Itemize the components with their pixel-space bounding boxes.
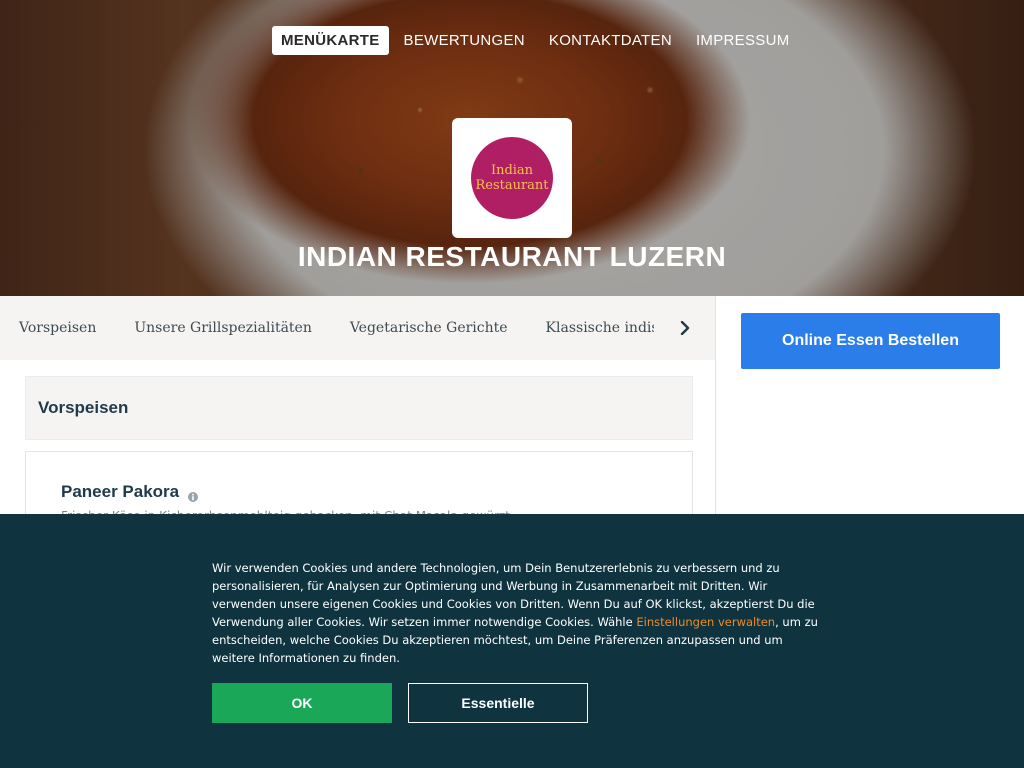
nav-item-kontaktdaten[interactable]: KONTAKTDATEN: [540, 26, 681, 55]
category-tab-klassische-gerichte[interactable]: Klassische indische Gerichte: [527, 296, 654, 360]
logo-badge: Indian Restaurant: [471, 137, 553, 219]
section-title: Vorspeisen: [38, 398, 129, 417]
category-bar: Vorspeisen Unsere Grillspezialitäten Veget…: [0, 296, 716, 360]
order-online-button[interactable]: Online Essen Bestellen: [741, 313, 1000, 369]
hero-banner: MENÜKARTE BEWERTUNGEN KONTAKTDATEN IMPRE…: [0, 0, 1024, 296]
chevron-right-icon[interactable]: [674, 316, 696, 340]
restaurant-title: INDIAN RESTAURANT LUZERN: [297, 241, 727, 272]
category-list: Vorspeisen Unsere Grillspezialitäten Veget…: [0, 296, 654, 360]
nav-item-impressum[interactable]: IMPRESSUM: [687, 26, 799, 55]
nav-item-bewertungen[interactable]: BEWERTUNGEN: [395, 26, 534, 55]
section-header: Vorspeisen: [25, 376, 693, 440]
cookie-banner: Wir verwenden Cookies und andere Technol…: [0, 514, 1024, 768]
category-tab-grillspezialitaeten[interactable]: Unsere Grillspezialitäten: [115, 296, 331, 360]
category-tab-vegetarische-gerichte[interactable]: Vegetarische Gerichte: [331, 296, 527, 360]
info-icon[interactable]: [188, 487, 198, 506]
cookie-text: Wir verwenden Cookies und andere Technol…: [212, 559, 822, 667]
dish-name: Paneer Pakora: [61, 482, 180, 501]
nav-item-menukarte[interactable]: MENÜKARTE: [272, 26, 389, 55]
logo-text-line1: Indian: [490, 163, 534, 178]
cookie-essential-button[interactable]: Essentielle: [408, 683, 588, 723]
manage-settings-link[interactable]: Einstellungen verwalten: [636, 615, 775, 629]
restaurant-logo: Indian Restaurant: [452, 118, 572, 238]
cookie-ok-button[interactable]: OK: [212, 683, 392, 723]
category-tab-vorspeisen[interactable]: Vorspeisen: [0, 296, 115, 360]
logo-text-line2: Restaurant: [475, 178, 549, 193]
top-navigation: MENÜKARTE BEWERTUNGEN KONTAKTDATEN IMPRE…: [272, 26, 805, 55]
